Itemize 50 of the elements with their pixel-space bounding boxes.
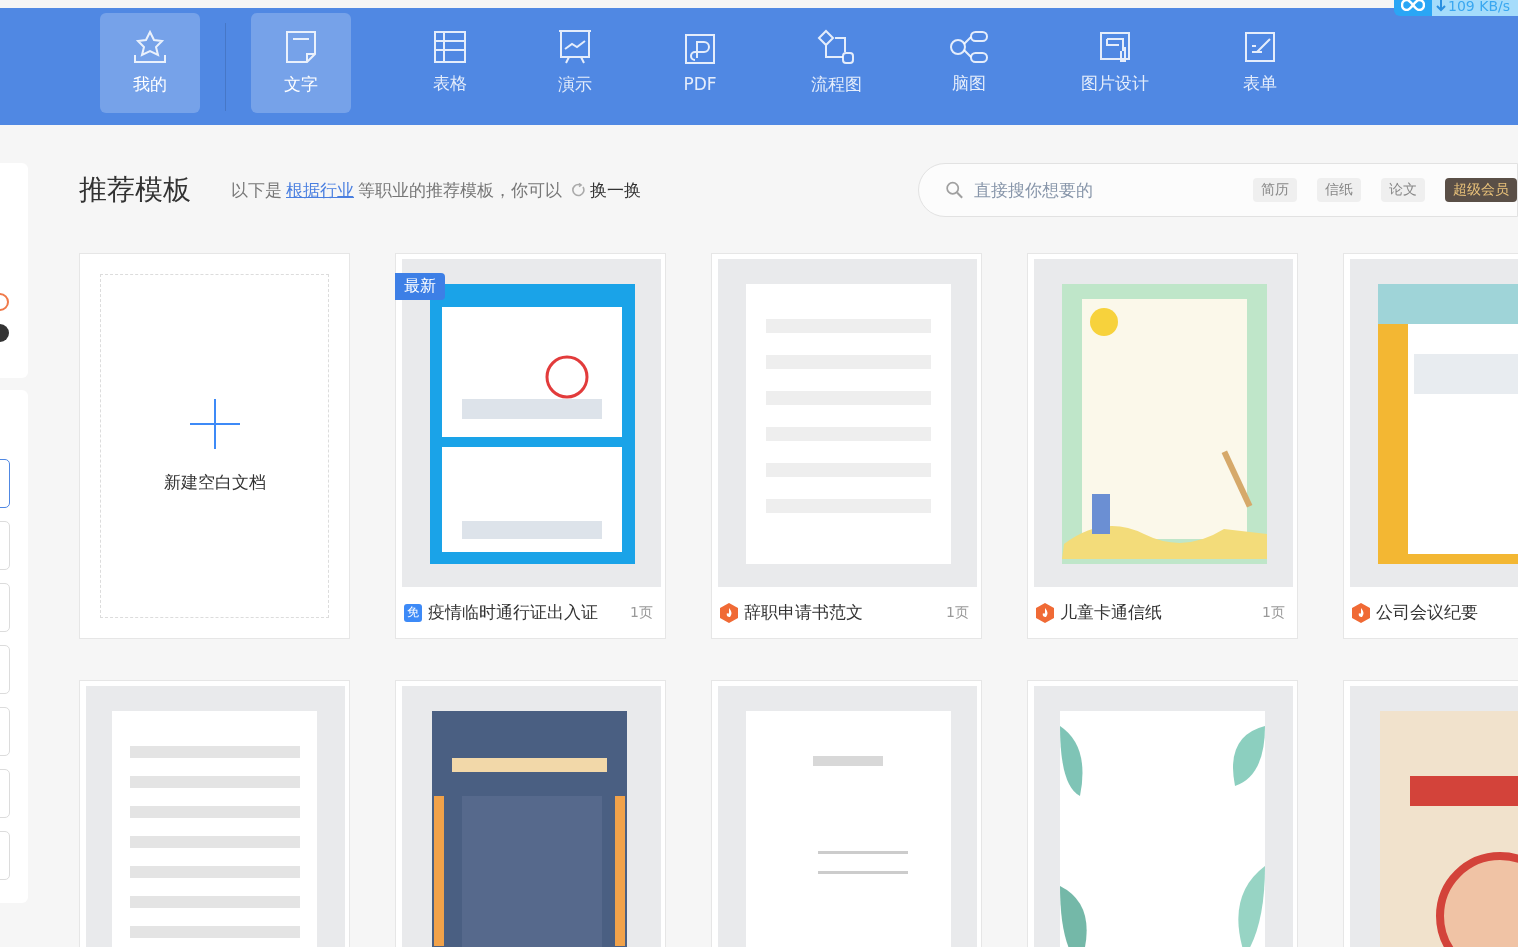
page-count: 1页	[946, 603, 970, 622]
template-card[interactable]: 公司会议纪要	[1343, 253, 1518, 639]
presentation-icon	[557, 29, 593, 65]
plus-icon	[189, 398, 240, 449]
section-title: 推荐模板	[79, 172, 191, 208]
category-tab[interactable]: 流程图	[774, 12, 898, 113]
category-tab[interactable]: PDF	[626, 12, 774, 113]
search-tag[interactable]: 简历	[1253, 178, 1297, 202]
form-icon	[1243, 30, 1277, 64]
search-icon	[945, 179, 964, 201]
table-icon	[433, 30, 467, 64]
template-title: 疫情临时通行证出入证	[428, 601, 598, 624]
category-tab[interactable]: 表格	[376, 12, 524, 113]
category-tab[interactable]: 文字	[251, 12, 351, 113]
image-design-icon	[1098, 30, 1132, 64]
template-title: 公司会议纪要	[1376, 601, 1478, 624]
down-arrow-icon	[1436, 0, 1447, 12]
mind-map-icon	[949, 30, 989, 64]
search-tag[interactable]: 信纸	[1317, 178, 1361, 202]
refresh-button[interactable]: 换一换	[572, 178, 641, 202]
category-tab[interactable]: 脑图	[898, 12, 1040, 113]
page-count: 1页	[630, 603, 654, 622]
template-title: 儿童卡通信纸	[1060, 601, 1162, 624]
page-count: 1页	[1262, 603, 1286, 622]
template-card[interactable]: 最新 免 疫情临时通行证出入证 1页	[395, 253, 666, 639]
flame-icon	[1352, 602, 1370, 623]
flame-icon	[720, 602, 738, 623]
template-title: 辞职申请书范文	[744, 601, 863, 624]
flame-icon	[1036, 602, 1054, 623]
free-tag: 免	[404, 603, 422, 622]
template-card[interactable]: 儿童卡通信纸 1页	[1027, 253, 1298, 639]
industry-link[interactable]: 根据行业	[286, 179, 354, 200]
search-field[interactable]: 直接搜你想要的 简历 信纸 论文 超级会员	[918, 163, 1518, 217]
star-icon	[132, 29, 168, 65]
new-badge: 最新	[395, 273, 445, 300]
category-tab[interactable]: 图片设计	[1040, 12, 1190, 113]
intro-text: 以下是 根据行业 等职业的推荐模板，你可以	[231, 178, 562, 202]
search-tag[interactable]: 超级会员	[1445, 178, 1517, 202]
speed-reading: 109 KB/s	[1446, 0, 1518, 16]
search-tag[interactable]: 论文	[1381, 178, 1425, 202]
template-card[interactable]: 辞职申请书范文 1页	[711, 253, 982, 639]
category-tab[interactable]: 表单	[1190, 12, 1330, 113]
category-tab[interactable]: 演示	[524, 12, 626, 113]
refresh-icon	[572, 183, 586, 197]
pdf-icon	[683, 31, 717, 66]
document-icon	[284, 29, 318, 65]
infinity-icon	[1401, 0, 1426, 11]
new-document-button[interactable]: 新建空白文档	[100, 274, 329, 618]
my-tab[interactable]: 我的	[100, 12, 200, 113]
flowchart-icon	[817, 29, 855, 65]
